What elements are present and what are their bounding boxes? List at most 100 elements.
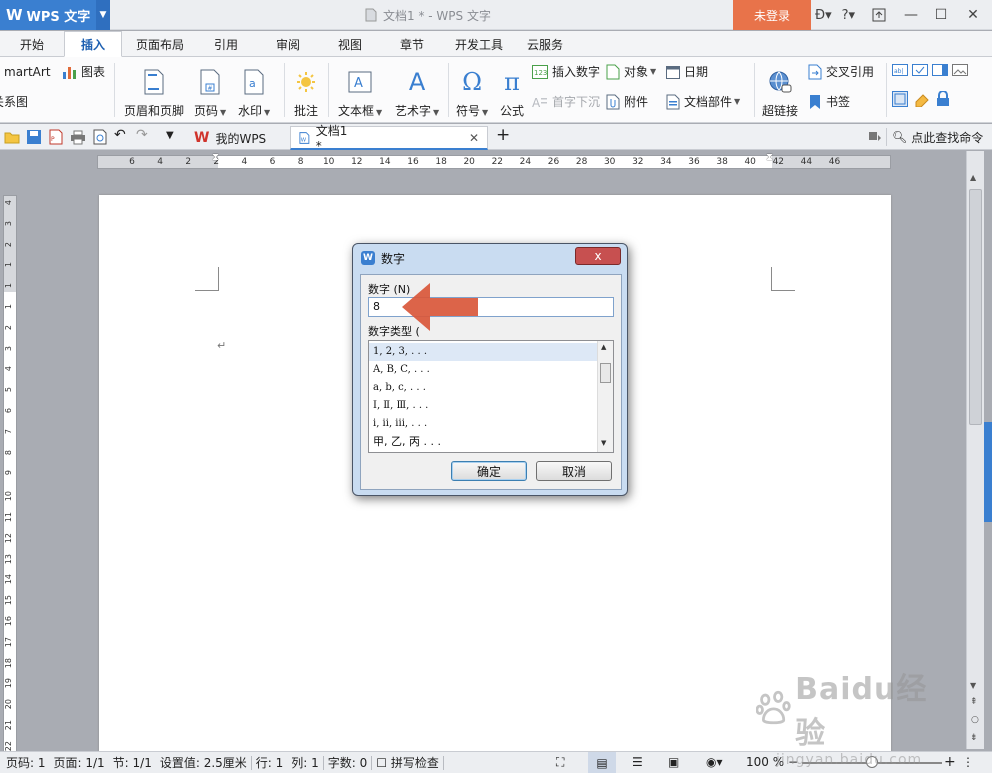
scroll-down-icon[interactable]: ▼ [970, 681, 976, 690]
list-item[interactable]: 1, 2, 3, . . . [369, 343, 597, 361]
select-browse-object-icon[interactable]: ○ [971, 715, 979, 725]
insert-number-button[interactable]: 123 插入数字 [532, 63, 600, 80]
ruler-tick-label: 46 [828, 157, 841, 167]
list-item[interactable]: a, b, c, . . . [369, 379, 597, 397]
minimize-icon[interactable]: — [896, 0, 926, 30]
maximize-icon[interactable]: ☐ [926, 0, 956, 30]
date-button[interactable]: 日期 [666, 63, 708, 80]
cancel-button[interactable]: 取消 [536, 461, 612, 481]
customize-dropdown-icon[interactable]: ▼ [166, 130, 182, 146]
checkbox-control-icon[interactable] [912, 63, 928, 77]
page-number-button[interactable]: # 页码 ▼ [194, 61, 226, 119]
chart-button[interactable]: 图表 [62, 63, 105, 80]
scroll-up-icon[interactable]: ▲ [970, 173, 976, 182]
drop-cap-button[interactable]: A 首字下沉 [532, 93, 600, 110]
ruler-tick-label: 40 [744, 157, 756, 167]
help-button[interactable]: ?▾ [842, 8, 855, 23]
list-scroll-thumb[interactable] [600, 363, 611, 383]
tab-chapter[interactable]: 章节 [384, 31, 440, 57]
undo-icon[interactable]: ↶ [114, 127, 130, 143]
cross-reference-button[interactable]: 交叉引用 [808, 63, 874, 80]
command-search-box[interactable]: 🔍︎ 点此查找命令 [892, 127, 983, 147]
comment-button[interactable]: 批注 [294, 61, 318, 119]
export-pdf-icon[interactable]: P [48, 129, 64, 145]
open-folder-icon[interactable] [4, 129, 20, 145]
close-icon[interactable]: ✕ [958, 0, 988, 30]
status-line: 行: 1 [255, 756, 284, 770]
image-control-icon[interactable] [952, 63, 968, 77]
relation-chart-button[interactable]: 关系图 [0, 93, 28, 110]
side-panel-toggle[interactable] [984, 422, 992, 522]
attachment-button[interactable]: 附件 [606, 93, 648, 110]
textbox-button[interactable]: A 文本框 ▼ [338, 61, 382, 119]
eye-protection-icon[interactable]: ◉▾ [706, 755, 723, 769]
number-type-list[interactable]: 1, 2, 3, . . . A, B, C, . . . a, b, c, .… [368, 340, 614, 453]
bookmark-button[interactable]: 书签 [808, 93, 850, 110]
watermark-button[interactable]: a 水印 ▼ [238, 61, 270, 119]
wordart-button[interactable]: A 艺术字 ▼ [395, 61, 439, 119]
spell-check-toggle[interactable]: ☐ 拼写检查 [372, 754, 443, 771]
close-icon[interactable]: ✕ [469, 131, 479, 145]
scroll-down-icon[interactable]: ▼ [601, 439, 606, 447]
smartart-button[interactable]: martArt [4, 65, 51, 79]
lock-icon[interactable] [936, 91, 950, 107]
status-menu-icon[interactable]: ⋮ [962, 755, 974, 769]
vertical-ruler[interactable]: 4 3 2 1 1 1 2 3 4 5 6 7 8 9 10 11 12 13 14 15 16 17 18 19 20 21 22 [3, 195, 17, 752]
list-item[interactable]: 甲, 乙, 丙 . . . [369, 433, 597, 451]
tab-developer[interactable]: 开发工具 [446, 31, 512, 57]
web-view-icon[interactable]: ▣ [668, 755, 679, 769]
ruler-tick-label: 8 [4, 449, 13, 455]
tab-references[interactable]: 引用 [198, 31, 254, 57]
combo-box-icon[interactable] [932, 63, 948, 77]
upload-icon[interactable] [864, 0, 894, 30]
vertical-scrollbar[interactable]: ▲ ▼ ⇞ ○ ⇟ [966, 151, 984, 749]
new-tab-plus-icon[interactable]: + [496, 125, 512, 145]
list-scrollbar[interactable]: ▲ ▼ [597, 341, 613, 452]
right-indent-marker-icon[interactable]: ⧗ [766, 152, 773, 163]
list-item[interactable]: Ⅰ, Ⅱ, Ⅲ, . . . [369, 397, 597, 415]
scroll-thumb[interactable] [969, 189, 982, 425]
symbol-button[interactable]: Ω 符号 ▼ [456, 61, 488, 119]
app-menu-button[interactable]: W WPS 文字 [0, 0, 96, 30]
tab-view[interactable]: 视图 [322, 31, 378, 57]
skin-icon[interactable]: Ð▾ [815, 8, 832, 23]
status-word-count[interactable]: 字数: 0 [324, 754, 372, 771]
login-button[interactable]: 未登录 [733, 0, 811, 30]
dialog-close-button[interactable]: x [575, 247, 621, 265]
tab-review[interactable]: 审阅 [260, 31, 316, 57]
ruler-tick-label: 7 [4, 428, 13, 434]
scroll-up-icon[interactable]: ▲ [601, 343, 606, 351]
tab-insert[interactable]: 插入 [64, 31, 122, 57]
ruler-tick-label: 9 [4, 470, 13, 476]
indent-marker-icon[interactable]: ⧗ [212, 152, 219, 163]
tab-page-layout[interactable]: 页面布局 [126, 31, 194, 57]
header-footer-button[interactable]: 页眉和页脚 [124, 61, 184, 119]
list-item[interactable]: A, B, C, . . . [369, 361, 597, 379]
eraser-icon[interactable] [914, 91, 930, 107]
doc-parts-button[interactable]: 文档部件 ▼ [666, 93, 740, 110]
ok-button[interactable]: 确定 [451, 461, 527, 481]
save-icon[interactable] [26, 129, 42, 145]
print-icon[interactable] [70, 129, 86, 145]
list-item[interactable]: i, ii, iii, . . . [369, 415, 597, 433]
ruler-tick-label: 22 [4, 740, 13, 751]
drop-cap-icon: A [532, 96, 547, 109]
print-preview-icon[interactable] [92, 129, 108, 145]
hyperlink-button[interactable]: 超链接 [762, 61, 798, 119]
tab-cloud[interactable]: 云服务 [516, 31, 574, 57]
next-page-icon[interactable]: ⇟ [970, 733, 978, 743]
app-menu-dropdown-icon[interactable]: ▼ [96, 0, 110, 30]
prev-page-icon[interactable]: ⇞ [970, 697, 978, 707]
formula-button[interactable]: π 公式 [500, 61, 524, 119]
tab-home[interactable]: 开始 [4, 31, 60, 57]
horizontal-ruler[interactable]: 6 4 2 2 4 6 8 10 12 14 16 18 20 22 24 26 28 30 32 34 36 38 40 4… [97, 152, 891, 169]
text-field-icon[interactable]: ab| [892, 63, 908, 77]
page-view-icon[interactable]: ▤ [588, 752, 616, 773]
outline-view-icon[interactable]: ☰ [632, 755, 643, 769]
fullscreen-icon[interactable]: ⛶ [556, 755, 564, 770]
doc-tab-document1[interactable]: W 文档1 * ✕ [290, 124, 488, 153]
design-mode-icon[interactable] [892, 91, 908, 107]
redo-icon[interactable]: ↷ [136, 127, 152, 143]
task-pane-icon[interactable] [868, 130, 884, 146]
object-button[interactable]: 对象 ▼ [606, 63, 656, 80]
